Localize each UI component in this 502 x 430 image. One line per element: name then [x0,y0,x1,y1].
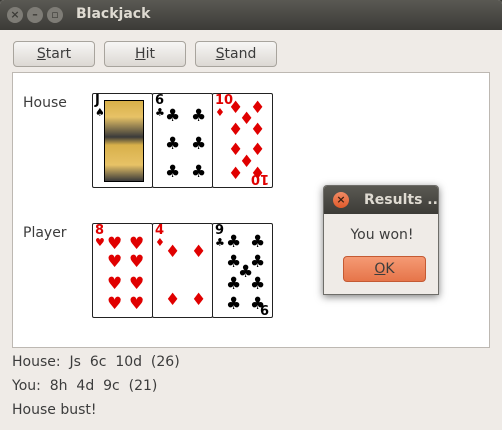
hit-label: it [145,46,155,62]
stand-label: tand [224,46,257,62]
card-pip: ♣ [191,106,207,126]
card-pip: ♣ [165,134,181,154]
dialog-close-button[interactable]: × [333,192,349,208]
card-pip: ♥ [129,234,145,254]
start-mnemonic: S [36,46,46,62]
card-pip: ♥ [107,252,123,272]
card-pip: ♣ [226,232,242,252]
player-card-2: 4 ♦ ♦ ♦ ♦ ♦ [152,223,213,318]
hit-mnemonic: H [135,46,146,62]
card-suit: ♥ [95,236,105,249]
title-bar[interactable]: × – ▫ Blackjack [0,0,502,30]
card-pip: ♥ [107,234,123,254]
card-pip: ♥ [107,274,123,294]
card-pip: ♣ [191,162,207,182]
ok-button[interactable]: OK [343,256,426,282]
card-pip: ♦ [191,242,207,262]
dialog-title-bar[interactable]: × Results .. [324,186,438,214]
player-hand-status: You: 8h 4d 9c (21) [12,378,158,394]
window-title: Blackjack [76,6,151,22]
card-pip: ♦ [165,242,181,262]
card-suit: ♠ [95,106,105,119]
house-card-3: 10 ♦ ♦ ♦ ♦ ♦ ♦ ♦ ♦ ♦ ♦ ♦ 10 [212,93,273,188]
stand-button[interactable]: Stand [195,41,277,67]
jack-face-image [104,100,144,182]
window-maximize-button[interactable]: ▫ [47,7,63,23]
card-pip: ♣ [165,106,181,126]
house-label: House [23,95,67,111]
card-rank-bottom: 10 [250,171,269,186]
card-suit: ♣ [155,106,165,119]
house-card-1: J ♠ [92,93,153,188]
dialog-message: You won! [350,227,414,243]
card-pip: ♣ [165,162,181,182]
window-minimize-button[interactable]: – [27,7,43,23]
stand-mnemonic: S [215,46,225,62]
ok-label: K [385,261,395,277]
card-pip: ♣ [250,232,266,252]
card-pip: ♦ [228,164,244,184]
card-pip: ♦ [191,290,207,310]
window-close-button[interactable]: × [7,7,23,23]
card-pip: ♦ [165,290,181,310]
card-pip: ♦ [250,120,266,140]
card-pip: ♥ [129,252,145,272]
card-pip: ♥ [129,274,145,294]
card-pip: ♦ [228,120,244,140]
player-card-3: 9 ♣ ♣ ♣ ♣ ♣ ♣ ♣ ♣ ♣ ♣ 9 [212,223,273,318]
card-rank-bottom: 9 [259,301,269,316]
card-pip: ♣ [226,294,242,314]
start-button[interactable]: Start [13,41,95,67]
card-suit: ♣ [215,236,225,249]
card-suit: ♦ [155,236,165,249]
start-label: tart [45,46,72,62]
house-card-2: 6 ♣ ♣ ♣ ♣ ♣ ♣ ♣ [152,93,213,188]
card-pip: ♣ [191,134,207,154]
card-pip: ♣ [250,274,266,294]
hit-button[interactable]: Hit [104,41,186,67]
player-label: Player [23,225,67,241]
blackjack-window: × – ▫ Blackjack Start Hit Stand House Pl… [0,0,502,430]
player-card-1: 8 ♥ ♥ ♥ ♥ ♥ ♥ ♥ ♥ ♥ [92,223,153,318]
card-pip: ♥ [107,294,123,314]
result-status: House bust! [12,402,97,418]
house-hand-status: House: Js 6c 10d (26) [12,354,180,370]
card-pip: ♣ [226,274,242,294]
card-pip: ♥ [129,294,145,314]
card-suit: ♦ [215,106,225,119]
results-dialog: × Results .. You won! OK [323,185,439,295]
ok-mnemonic: O [374,261,386,277]
dialog-title: Results .. [364,192,438,208]
